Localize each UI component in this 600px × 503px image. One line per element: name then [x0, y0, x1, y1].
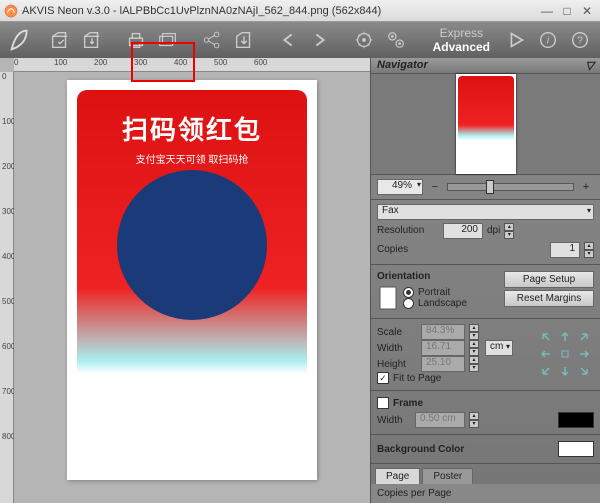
image-preview: 扫码领红包 支付宝天天可领 取扫码抢: [77, 90, 307, 420]
presets-button[interactable]: [350, 26, 378, 54]
undo-button[interactable]: [274, 26, 302, 54]
side-panel: Navigator ▽ 49% − + Fax Resolution 200 d…: [370, 58, 600, 503]
help-button[interactable]: ?: [566, 26, 594, 54]
info-button[interactable]: i: [534, 26, 562, 54]
landscape-radio[interactable]: [403, 298, 414, 309]
orientation-icon: [377, 284, 399, 312]
close-button[interactable]: ✕: [578, 3, 596, 19]
titlebar: AKVIS Neon v.3.0 - lALPBbCc1UvPlznNA0zNA…: [0, 0, 600, 22]
tab-poster[interactable]: Poster: [422, 468, 473, 484]
zoom-in-icon[interactable]: +: [578, 179, 594, 195]
arrow-se-icon[interactable]: [576, 363, 592, 379]
bgcolor-swatch[interactable]: [558, 441, 594, 457]
mode-selector[interactable]: Express Advanced: [425, 24, 498, 56]
batch-button[interactable]: [154, 26, 182, 54]
arrow-ne-icon[interactable]: [576, 329, 592, 345]
canvas-area[interactable]: 0100200300400500600 01002003004005006007…: [0, 58, 370, 503]
export-button[interactable]: [230, 26, 258, 54]
svg-text:?: ?: [577, 36, 583, 47]
arrow-e-icon[interactable]: [576, 346, 592, 362]
arrow-w-icon[interactable]: [538, 346, 554, 362]
layout-tabs: Page Poster: [371, 466, 600, 484]
navigator-header: Navigator ▽: [371, 58, 600, 74]
open-button[interactable]: [46, 26, 74, 54]
zoom-out-icon[interactable]: −: [427, 179, 443, 195]
print-button[interactable]: [122, 26, 150, 54]
akvis-logo-icon: [6, 25, 36, 55]
ruler-vertical: 0100200300400500600700800: [0, 72, 14, 503]
scale-field: 84.3%: [421, 324, 465, 340]
mode-express[interactable]: Express: [433, 26, 490, 40]
zoom-slider[interactable]: [447, 183, 574, 191]
resolution-field[interactable]: 200: [443, 223, 483, 239]
resolution-spinner[interactable]: ▴▾: [504, 223, 514, 239]
tab-page[interactable]: Page: [375, 468, 420, 484]
resolution-label: Resolution: [377, 225, 439, 236]
window-title: AKVIS Neon v.3.0 - lALPBbCc1UvPlznNA0zNA…: [22, 5, 536, 17]
arrow-sw-icon[interactable]: [538, 363, 554, 379]
app-icon: [4, 4, 18, 18]
copies-label: Copies: [377, 244, 439, 255]
height-field: 25.10: [421, 356, 465, 372]
page-setup-button[interactable]: Page Setup: [504, 271, 594, 288]
arrow-n-icon[interactable]: [557, 329, 573, 345]
frame-width-field: 0.50 cm: [415, 412, 465, 428]
orientation-label: Orientation: [377, 271, 500, 282]
width-field: 16.71: [421, 340, 465, 356]
portrait-radio[interactable]: [403, 287, 414, 298]
svg-text:i: i: [547, 36, 550, 47]
share-button[interactable]: [198, 26, 226, 54]
printer-select[interactable]: Fax: [377, 204, 594, 220]
ruler-horizontal: 0100200300400500600: [14, 58, 370, 72]
minimize-button[interactable]: —: [538, 3, 556, 19]
copies-spinner[interactable]: ▴▾: [584, 242, 594, 258]
fit-to-page-checkbox[interactable]: ✓: [377, 372, 389, 384]
collapse-icon[interactable]: ▽: [586, 59, 594, 72]
toolbar: Express Advanced i ?: [0, 22, 600, 58]
run-button[interactable]: [502, 26, 530, 54]
center-icon[interactable]: [557, 346, 573, 362]
print-page: 扫码领红包 支付宝天天可领 取扫码抢: [67, 80, 317, 480]
zoom-field[interactable]: 49%: [377, 179, 423, 195]
redo-button[interactable]: [306, 26, 334, 54]
frame-color-swatch[interactable]: [558, 412, 594, 428]
frame-checkbox[interactable]: [377, 397, 389, 409]
arrow-nw-icon[interactable]: [538, 329, 554, 345]
arrow-s-icon[interactable]: [557, 363, 573, 379]
navigator-preview[interactable]: [371, 74, 600, 175]
save-button[interactable]: [78, 26, 106, 54]
reset-margins-button[interactable]: Reset Margins: [504, 290, 594, 307]
position-arrows: [538, 329, 594, 379]
copies-field[interactable]: 1: [550, 242, 580, 258]
unit-select[interactable]: cm: [485, 340, 513, 356]
mode-advanced[interactable]: Advanced: [433, 40, 490, 54]
maximize-button[interactable]: □: [558, 3, 576, 19]
settings-button[interactable]: [382, 26, 410, 54]
